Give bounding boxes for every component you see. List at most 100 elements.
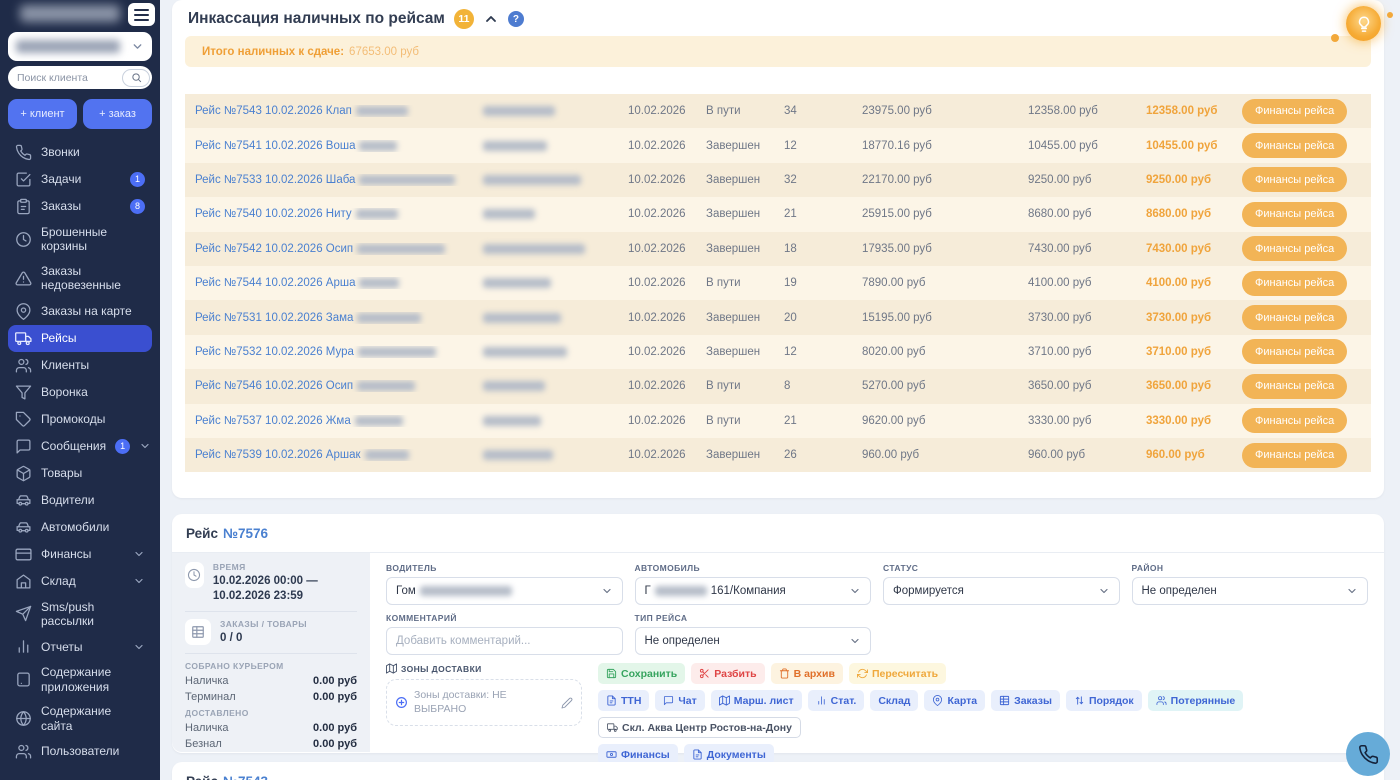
sidebar-item-users[interactable]: Пользователи (8, 738, 152, 765)
trip-finances-button[interactable]: Финансы рейса (1242, 408, 1347, 433)
next-trip-card: Рейс №7543 (172, 762, 1384, 780)
date-cell: 10.02.2026 (628, 312, 706, 324)
redacted-text (357, 313, 421, 323)
sidebar-item-label: Брошенные корзины (41, 225, 145, 254)
sidebar-item-pin[interactable]: Заказы на карте (8, 298, 152, 325)
trip-finances-button[interactable]: Финансы рейса (1242, 133, 1347, 158)
date-cell: 10.02.2026 (628, 208, 706, 220)
client-search-input[interactable] (17, 72, 113, 84)
sidebar-item-car[interactable]: Автомобили (8, 514, 152, 541)
redacted-driver-name (420, 586, 512, 596)
action-button[interactable]: Потерянные (1148, 690, 1244, 711)
trip-finances-button[interactable]: Финансы рейса (1242, 443, 1347, 468)
trip-link[interactable]: Рейс №7532 10.02.2026 Мура (195, 346, 483, 358)
trip-link[interactable]: Рейс №7543 10.02.2026 Клап (195, 105, 483, 117)
to-handover-cell: 960.00 руб (1146, 449, 1242, 461)
action-button[interactable]: Склад (870, 690, 918, 711)
trip-number-link[interactable]: №7543 (223, 774, 268, 780)
search-button[interactable] (122, 69, 150, 87)
sidebar-item-app[interactable]: Содержание приложения (8, 660, 152, 699)
action-button[interactable]: Скл. Аква Центр Ростов-на-Дону (598, 717, 801, 738)
tips-lightbulb-button[interactable] (1346, 6, 1381, 41)
trip-finances-button[interactable]: Финансы рейса (1242, 339, 1347, 364)
stat-label: Наличка (185, 721, 229, 737)
help-button[interactable]: ? (508, 11, 524, 27)
sidebar-item-card[interactable]: Финансы (8, 541, 152, 568)
comment-input[interactable] (386, 627, 623, 655)
action-button[interactable]: Марш. лист (711, 690, 802, 711)
status-select[interactable]: Формируется (883, 577, 1120, 605)
action-button[interactable]: Пересчитать (849, 663, 946, 684)
trip-finances-button[interactable]: Финансы рейса (1242, 374, 1347, 399)
trip-link[interactable]: Рейс №7537 10.02.2026 Жма (195, 415, 483, 427)
organization-select[interactable] (8, 32, 152, 61)
action-button[interactable]: Сохранить (598, 663, 685, 684)
sidebar-item-clipboard[interactable]: Заказы 8 (8, 193, 152, 220)
add-order-button[interactable]: + заказ (83, 99, 152, 129)
sidebar-item-send[interactable]: Sms/push рассылки (8, 595, 152, 634)
sidebar-item-box[interactable]: Товары (8, 460, 152, 487)
orders-goods-value: 0 / 0 (220, 631, 307, 646)
sidebar-item-globe[interactable]: Содержание сайта (8, 699, 152, 738)
trip-link[interactable]: Рейс №7533 10.02.2026 Шаба (195, 174, 483, 186)
action-button[interactable]: В архив (771, 663, 843, 684)
date-cell: 10.02.2026 (628, 105, 706, 117)
trip-link[interactable]: Рейс №7544 10.02.2026 Арша (195, 277, 483, 289)
trip-finances-button[interactable]: Финансы рейса (1242, 236, 1347, 261)
status-cell: Завершен (706, 208, 784, 220)
trip-link[interactable]: Рейс №7542 10.02.2026 Осип (195, 243, 483, 255)
delivered-sum-cell: 18770.16 руб (862, 140, 1028, 152)
sidebar-item-home[interactable]: Склад (8, 568, 152, 595)
sidebar-item-truck[interactable]: Рейсы (8, 325, 152, 352)
add-client-button[interactable]: + клиент (8, 99, 77, 129)
action-button[interactable]: Разбить (691, 663, 764, 684)
sidebar-item-phone[interactable]: Звонки (8, 139, 152, 166)
trip-type-select[interactable]: Не определен (635, 627, 872, 655)
lightbulb-icon (1355, 15, 1373, 33)
collapse-section-button[interactable] (483, 11, 499, 27)
sidebar-item-label: Товары (41, 466, 145, 480)
district-select[interactable]: Не определен (1132, 577, 1369, 605)
trip-finances-button[interactable]: Финансы рейса (1242, 271, 1347, 296)
trip-finances-button[interactable]: Финансы рейса (1242, 167, 1347, 192)
orders-count-cell: 21 (784, 415, 862, 427)
action-button[interactable]: Порядок (1066, 690, 1142, 711)
trip-link[interactable]: Рейс №7539 10.02.2026 Аршак (195, 449, 483, 461)
trip-link[interactable]: Рейс №7541 10.02.2026 Воша (195, 140, 483, 152)
call-fab-button[interactable] (1346, 732, 1390, 776)
action-button[interactable]: Заказы (991, 690, 1060, 711)
sidebar-item-car[interactable]: Водители (8, 487, 152, 514)
driver-select[interactable]: Гом (386, 577, 623, 605)
edit-zones-button[interactable] (561, 697, 573, 709)
trip-link[interactable]: Рейс №7546 10.02.2026 Осип (195, 380, 483, 392)
redacted-driver-name (483, 278, 551, 288)
vehicle-select[interactable]: Г161/Компания (635, 577, 872, 605)
sidebar-item-chart[interactable]: Отчеты (8, 633, 152, 660)
sidebar-item-tag[interactable]: Промокоды (8, 406, 152, 433)
trip-finances-button[interactable]: Финансы рейса (1242, 305, 1347, 330)
trip-number-link[interactable]: №7576 (223, 526, 268, 541)
sidebar-item-users[interactable]: Клиенты (8, 352, 152, 379)
action-button[interactable]: Стат. (808, 690, 865, 711)
sidebar-item-clock[interactable]: Брошенные корзины (8, 220, 152, 259)
trip-finances-button[interactable]: Финансы рейса (1242, 202, 1347, 227)
action-button[interactable]: ТТН (598, 690, 649, 711)
trip-link[interactable]: Рейс №7540 10.02.2026 Ниту (195, 208, 483, 220)
trip-finances-button[interactable]: Финансы рейса (1242, 99, 1347, 124)
trip-link[interactable]: Рейс №7531 10.02.2026 Зама (195, 312, 483, 324)
action-button[interactable]: Чат (655, 690, 704, 711)
sidebar-item-warn[interactable]: Заказы недовезенные (8, 259, 152, 298)
actions-cell: Финансы рейса (1242, 339, 1361, 364)
sidebar-item-task[interactable]: Задачи 1 (8, 166, 152, 193)
action-button[interactable]: Карта (924, 690, 985, 711)
trip-detail-card: Рейс №7576 ВРЕМЯ 10.02.2026 00:00 — 10.0… (172, 514, 1384, 753)
sidebar-item-funnel[interactable]: Воронка (8, 379, 152, 406)
sidebar-item-chat[interactable]: Сообщения 1 (8, 433, 152, 460)
hamburger-menu-button[interactable] (128, 3, 155, 26)
to-handover-cell: 12358.00 руб (1146, 105, 1242, 117)
delivery-zones-box[interactable]: Зоны доставки: НЕ ВЫБРАНО (386, 679, 582, 726)
table-row: Рейс №7542 10.02.2026 Осип 10.02.2026 За… (185, 232, 1371, 266)
actions-cell: Финансы рейса (1242, 271, 1361, 296)
collected-cash-cell: 4100.00 руб (1028, 277, 1146, 289)
sidebar-item-label: Промокоды (41, 412, 145, 426)
